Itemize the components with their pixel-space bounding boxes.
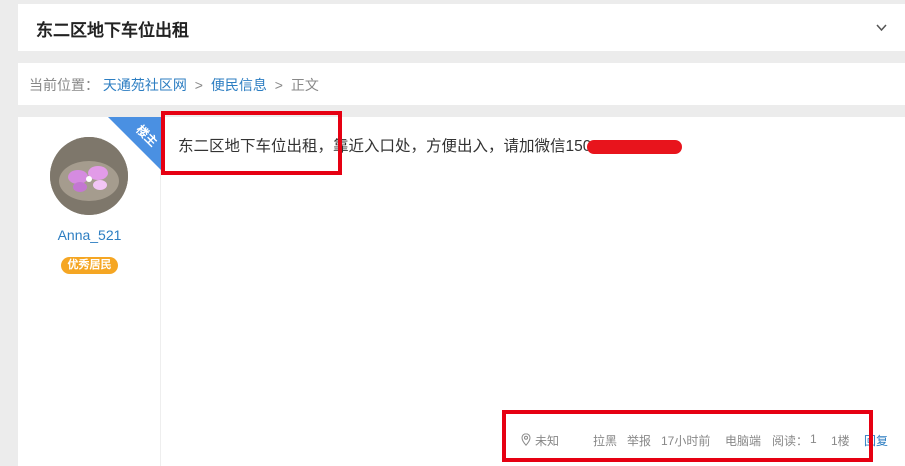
redaction-mark <box>587 139 683 154</box>
highlight-box-meta <box>502 410 873 462</box>
breadcrumb-current: 正文 <box>290 77 319 93</box>
breadcrumb-separator: > <box>274 77 283 93</box>
breadcrumb-prefix: 当前位置： <box>29 77 99 93</box>
op-ribbon: 楼主 <box>108 117 162 171</box>
breadcrumb: 当前位置： 天通苑社区网 > 便民信息 > 正文 <box>18 63 905 105</box>
author-column: Anna_521 优秀居民 楼主 <box>18 117 162 466</box>
breadcrumb-home-link[interactable]: 天通苑社区网 <box>103 77 187 93</box>
page-title: 东二区地下车位出租 <box>36 21 189 40</box>
breadcrumb-category-link[interactable]: 便民信息 <box>211 77 267 93</box>
status-badge: 优秀居民 <box>61 257 118 274</box>
breadcrumb-separator: > <box>194 77 203 93</box>
chevron-down-icon[interactable] <box>876 22 887 33</box>
author-name[interactable]: Anna_521 <box>18 227 161 243</box>
highlight-box-title <box>161 111 342 175</box>
title-bar: 东二区地下车位出租 <box>18 4 905 51</box>
